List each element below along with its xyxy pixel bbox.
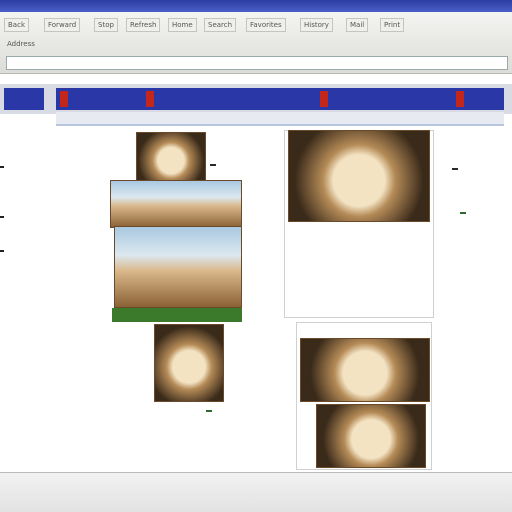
address-label: Address — [7, 40, 35, 48]
site-logo[interactable] — [4, 88, 44, 110]
photo-divider — [112, 308, 242, 322]
tag-4[interactable] — [206, 410, 212, 412]
tag-3[interactable] — [460, 212, 466, 214]
site-navbar — [56, 88, 504, 110]
tag-1[interactable] — [210, 164, 216, 166]
window-titlebar — [0, 0, 512, 12]
sidebar-link-2[interactable] — [0, 166, 4, 168]
feature-photo[interactable] — [288, 130, 430, 222]
product-photo-2[interactable] — [110, 180, 242, 228]
history-button[interactable]: History — [300, 18, 333, 32]
nav-tab-4[interactable] — [456, 91, 464, 107]
browser-toolbar: Back Forward Stop Refresh Home Search Fa… — [0, 12, 512, 74]
product-photo-5[interactable] — [300, 338, 430, 402]
sidebar-link-3[interactable] — [0, 216, 4, 218]
nav-tab-2[interactable] — [146, 91, 154, 107]
mail-button[interactable]: Mail — [346, 18, 369, 32]
back-button[interactable]: Back — [4, 18, 29, 32]
print-button[interactable]: Print — [380, 18, 405, 32]
refresh-button[interactable]: Refresh — [126, 18, 161, 32]
nav-tab-1[interactable] — [60, 91, 68, 107]
sidebar-link-4[interactable] — [0, 250, 4, 252]
favorites-button[interactable]: Favorites — [246, 18, 286, 32]
header-divider — [56, 112, 504, 126]
nav-tab-3[interactable] — [320, 91, 328, 107]
forward-button[interactable]: Forward — [44, 18, 81, 32]
search-button[interactable]: Search — [204, 18, 237, 32]
home-button[interactable]: Home — [168, 18, 197, 32]
product-photo-4[interactable] — [154, 324, 224, 402]
stop-button[interactable]: Stop — [94, 18, 118, 32]
product-photo-1[interactable] — [136, 132, 206, 184]
address-bar[interactable] — [6, 56, 508, 70]
tag-2[interactable] — [452, 168, 458, 170]
page-footer — [0, 472, 512, 512]
left-sidebar — [0, 126, 56, 466]
product-photo-3[interactable] — [114, 226, 242, 308]
product-photo-6[interactable] — [316, 404, 426, 468]
